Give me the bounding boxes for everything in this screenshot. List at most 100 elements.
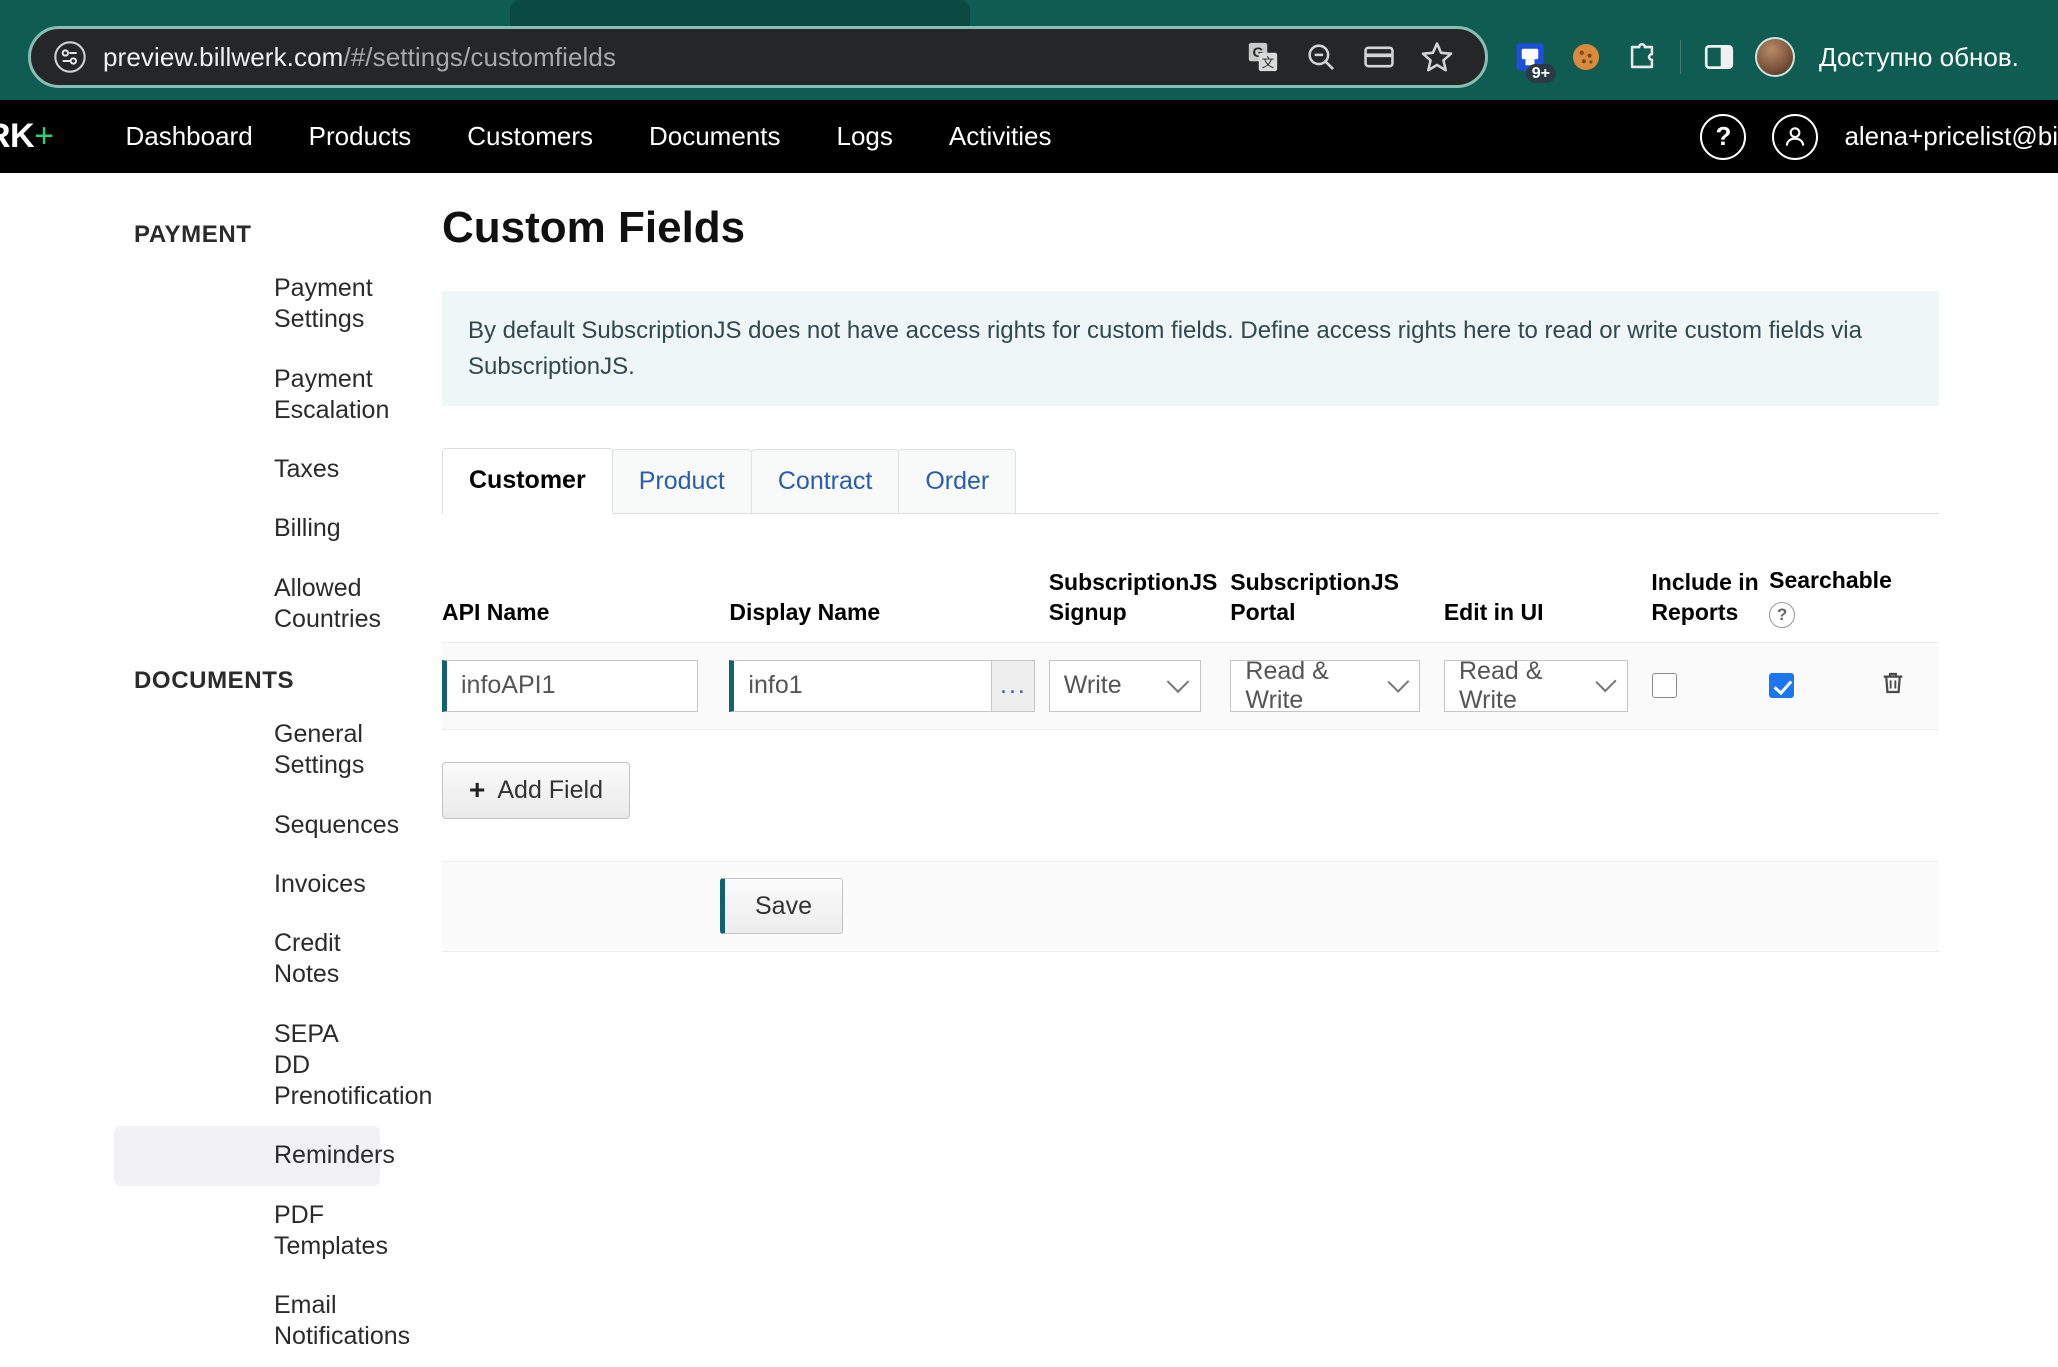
sidebar-item-allowed-countries[interactable]: Allowed Countries: [114, 559, 381, 650]
payment-card-icon[interactable]: [1357, 35, 1401, 79]
help-icon[interactable]: ?: [1700, 113, 1747, 160]
omnibox-url-text: preview.billwerk.com/#/settings/customfi…: [103, 42, 1241, 73]
sidebar-item-sepa-dd-prenotification[interactable]: SEPA DD Prenotification: [114, 1005, 432, 1127]
column-header-include-in-reports-line1: Include in: [1651, 569, 1759, 596]
sidebar-item-payment-settings[interactable]: Payment Settings: [114, 259, 380, 350]
nav-links: Dashboard Products Customers Documents L…: [97, 121, 1079, 152]
browser-chrome: preview.billwerk.com/#/settings/customfi…: [0, 0, 2058, 100]
subscriptionjs-portal-value: Read & Write: [1245, 656, 1329, 714]
extension-badge-count: 9+: [1525, 64, 1556, 83]
browser-toolbar-right: 9+ Доступно обнов.: [1502, 26, 2019, 88]
cell-searchable: [1769, 673, 1879, 699]
column-header-subscriptionjs-signup: SubscriptionJS Signup: [1049, 568, 1231, 628]
settings-sidebar: PAYMENT Payment Settings Payment Escalat…: [0, 173, 432, 1367]
page-body: PAYMENT Payment Settings Payment Escalat…: [0, 173, 2058, 1350]
cell-edit-in-ui: Read & Write: [1444, 656, 1652, 714]
column-header-subscriptionjs-signup-line2: Signup: [1048, 599, 1127, 626]
searchable-help-icon[interactable]: ?: [1769, 601, 1796, 628]
include-in-reports-checkbox[interactable]: [1651, 673, 1677, 699]
sidebar-item-pdf-templates[interactable]: PDF Templates: [114, 1186, 388, 1277]
main-content: Custom Fields By default SubscriptionJS …: [442, 173, 1942, 952]
side-panel-icon[interactable]: [1691, 29, 1747, 85]
update-available-notice[interactable]: Доступно обнов.: [1819, 42, 2019, 73]
avatar-image: [1755, 37, 1795, 77]
zoom-out-icon[interactable]: [1299, 35, 1343, 79]
sidebar-group-payment-title: PAYMENT: [134, 221, 252, 248]
column-header-display-name: Display Name: [729, 599, 881, 626]
plus-icon: +: [469, 774, 486, 806]
api-name-input[interactable]: [442, 659, 698, 712]
custom-fields-table: API Name Display Name SubscriptionJS Sig…: [442, 566, 1939, 952]
column-header-subscriptionjs-portal: SubscriptionJS Portal: [1230, 569, 1399, 626]
omnibox[interactable]: preview.billwerk.com/#/settings/customfi…: [28, 26, 1488, 88]
toolbar-divider: [1680, 40, 1681, 74]
subscriptionjs-portal-select[interactable]: Read & Write: [1230, 656, 1421, 714]
sidebar-item-credit-notes[interactable]: Credit Notes: [114, 914, 380, 1005]
entity-tabs: Customer Product Contract Order: [442, 448, 1939, 515]
sidebar-item-taxes[interactable]: Taxes: [114, 440, 380, 499]
sidebar-item-billing[interactable]: Billing: [114, 499, 380, 558]
nav-item-products[interactable]: Products: [281, 121, 440, 152]
profile-avatar[interactable]: [1747, 29, 1803, 85]
sidebar-item-payment-escalation[interactable]: Payment Escalation: [114, 350, 389, 441]
column-header-include-in-reports: Include in Reports: [1651, 568, 1769, 628]
cookie-icon[interactable]: [1558, 29, 1614, 85]
tab-contract[interactable]: Contract: [750, 449, 900, 514]
brand-logo-text: RK: [0, 117, 35, 155]
chevron-down-icon: [1387, 670, 1409, 693]
chevron-down-icon: [1166, 670, 1190, 693]
trash-icon[interactable]: [1879, 669, 1907, 702]
nav-right-cluster: ? alena+pricelist@bi: [1700, 100, 2058, 173]
display-name-input[interactable]: [729, 659, 992, 712]
cell-delete: [1879, 669, 1939, 702]
subscriptionjs-signup-select[interactable]: Write: [1048, 659, 1201, 712]
browser-tab[interactable]: [510, 0, 970, 28]
column-header-subscriptionjs-signup-line1: SubscriptionJS: [1048, 569, 1218, 596]
url-host: preview.billwerk.com: [103, 41, 344, 72]
nav-item-dashboard[interactable]: Dashboard: [97, 121, 280, 152]
site-info-icon[interactable]: [53, 40, 87, 74]
sidebar-item-email-notifications[interactable]: Email Notifications: [114, 1276, 410, 1367]
tab-customer[interactable]: Customer: [442, 448, 613, 515]
translate-icon[interactable]: G 文: [1241, 35, 1285, 79]
brand-logo-plus: +: [34, 117, 54, 155]
edit-in-ui-value: Read & Write: [1459, 656, 1543, 714]
nav-item-activities[interactable]: Activities: [921, 121, 1080, 152]
info-banner: By default SubscriptionJS does not have …: [442, 291, 1939, 407]
extensions-puzzle-icon[interactable]: [1614, 29, 1670, 85]
sidebar-item-sequences[interactable]: Sequences: [114, 796, 399, 855]
extension-saved-icon[interactable]: 9+: [1502, 29, 1558, 85]
subscriptionjs-signup-value: Write: [1063, 671, 1122, 700]
cell-subscriptionjs-signup: Write: [1048, 659, 1231, 712]
omnibox-action-icons: G 文: [1241, 35, 1473, 79]
nav-item-customers[interactable]: Customers: [439, 121, 621, 152]
app-top-nav: RK+ Dashboard Products Customers Documen…: [0, 100, 2058, 173]
column-header-searchable-label: Searchable: [1769, 567, 1892, 594]
sidebar-group-documents-title: DOCUMENTS: [134, 667, 295, 694]
display-name-more-button[interactable]: ...: [991, 659, 1036, 712]
cell-include-in-reports: [1651, 673, 1770, 699]
brand-logo[interactable]: RK+: [0, 117, 54, 156]
column-header-searchable: Searchable ?: [1769, 566, 1892, 628]
add-field-label: Add Field: [497, 775, 603, 804]
nav-item-logs[interactable]: Logs: [808, 121, 920, 152]
nav-item-documents[interactable]: Documents: [621, 121, 809, 152]
page-title: Custom Fields: [442, 203, 746, 252]
url-path: /#/settings/customfields: [343, 41, 617, 72]
table-row: ... Write Read & Write Read &: [442, 641, 1939, 730]
cell-subscriptionjs-portal: Read & Write: [1230, 656, 1444, 714]
tab-order[interactable]: Order: [898, 449, 1017, 514]
cell-api-name: [442, 659, 729, 712]
column-header-api-name: API Name: [442, 599, 550, 626]
sidebar-item-invoices[interactable]: Invoices: [114, 855, 380, 914]
add-field-button[interactable]: + Add Field: [442, 761, 630, 819]
edit-in-ui-select[interactable]: Read & Write: [1444, 656, 1628, 714]
bookmark-star-icon[interactable]: [1415, 35, 1459, 79]
searchable-checkbox[interactable]: [1769, 673, 1795, 699]
user-account-icon[interactable]: [1772, 113, 1819, 160]
tab-product[interactable]: Product: [611, 449, 752, 514]
account-email-label[interactable]: alena+pricelist@bi: [1844, 121, 2058, 152]
sidebar-item-reminders[interactable]: Reminders: [114, 1126, 395, 1186]
sidebar-item-general-settings[interactable]: General Settings: [114, 705, 380, 796]
save-button[interactable]: Save: [720, 877, 843, 934]
